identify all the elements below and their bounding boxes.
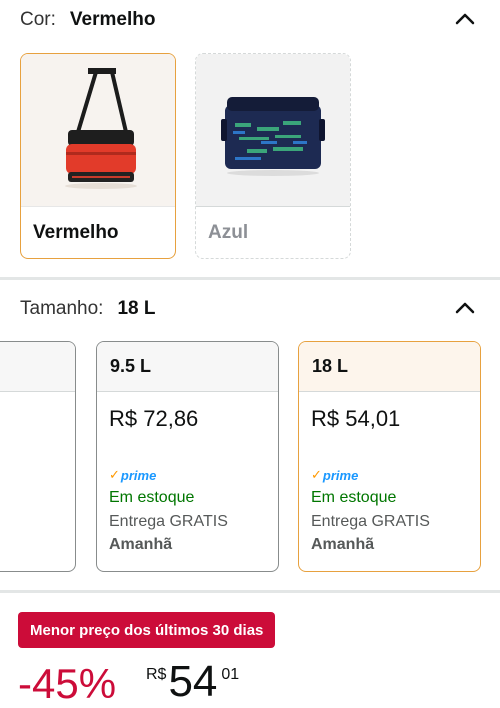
- delivery-day: Amanhã: [311, 536, 375, 553]
- delivery-day: Amanhã: [109, 536, 173, 553]
- selected-color-value: Vermelho: [69, 9, 156, 30]
- prime-check-icon: ✓: [311, 467, 322, 482]
- price-fraction: 01: [221, 666, 240, 683]
- chevron-up-icon[interactable]: [450, 293, 480, 323]
- size-label: Tamanho:: [20, 298, 104, 319]
- prime-check-icon: ✓: [109, 467, 120, 482]
- section-divider: [0, 590, 500, 593]
- color-option-vermelho[interactable]: Vermelho: [20, 53, 176, 259]
- blue-cooler-bag-image: [196, 54, 350, 207]
- price-whole: 54: [168, 657, 218, 706]
- size-option-title: 9.5 L: [97, 342, 278, 392]
- size-selector-header: Tamanho: 18 L: [20, 291, 480, 327]
- discount-percent: -45%: [18, 660, 117, 707]
- stock-status: Em estoque: [109, 489, 195, 506]
- prime-badge: ✓ prime: [311, 467, 359, 483]
- selected-size-value: 18 L: [117, 298, 156, 319]
- prime-badge: ✓ prime: [109, 467, 157, 483]
- size-option-price: R$ 72,86: [109, 406, 199, 431]
- deal-badge: Menor preço dos últimos 30 dias: [18, 612, 276, 648]
- color-label: Cor:: [20, 9, 56, 30]
- deal-price: R$ 54 01: [146, 660, 239, 704]
- section-divider: [0, 277, 500, 280]
- size-option-price: R$ 54,01: [311, 406, 401, 431]
- price-currency: R$: [146, 666, 167, 683]
- size-option-18l[interactable]: 18 L R$ 54,01 ✓ prime Em estoque Entrega…: [298, 341, 481, 572]
- size-option-9-5l[interactable]: 9.5 L R$ 72,86 ✓ prime Em estoque Entreg…: [96, 341, 279, 572]
- delivery-text: Entrega GRATIS: [311, 513, 430, 530]
- color-option-label: Azul: [208, 221, 249, 243]
- color-option-label: Vermelho: [33, 221, 119, 243]
- color-selector-header: Cor: Vermelho: [20, 0, 480, 40]
- delivery-text: Entrega GRATIS: [109, 513, 228, 530]
- color-option-azul[interactable]: Azul: [195, 53, 351, 259]
- chevron-up-icon[interactable]: [450, 4, 480, 34]
- size-option-header: [0, 342, 75, 392]
- size-option-title: 18 L: [299, 342, 480, 392]
- stock-status: Em estoque: [311, 489, 397, 506]
- size-option-partial[interactable]: [0, 341, 76, 572]
- red-cooler-bag-image: [21, 54, 175, 207]
